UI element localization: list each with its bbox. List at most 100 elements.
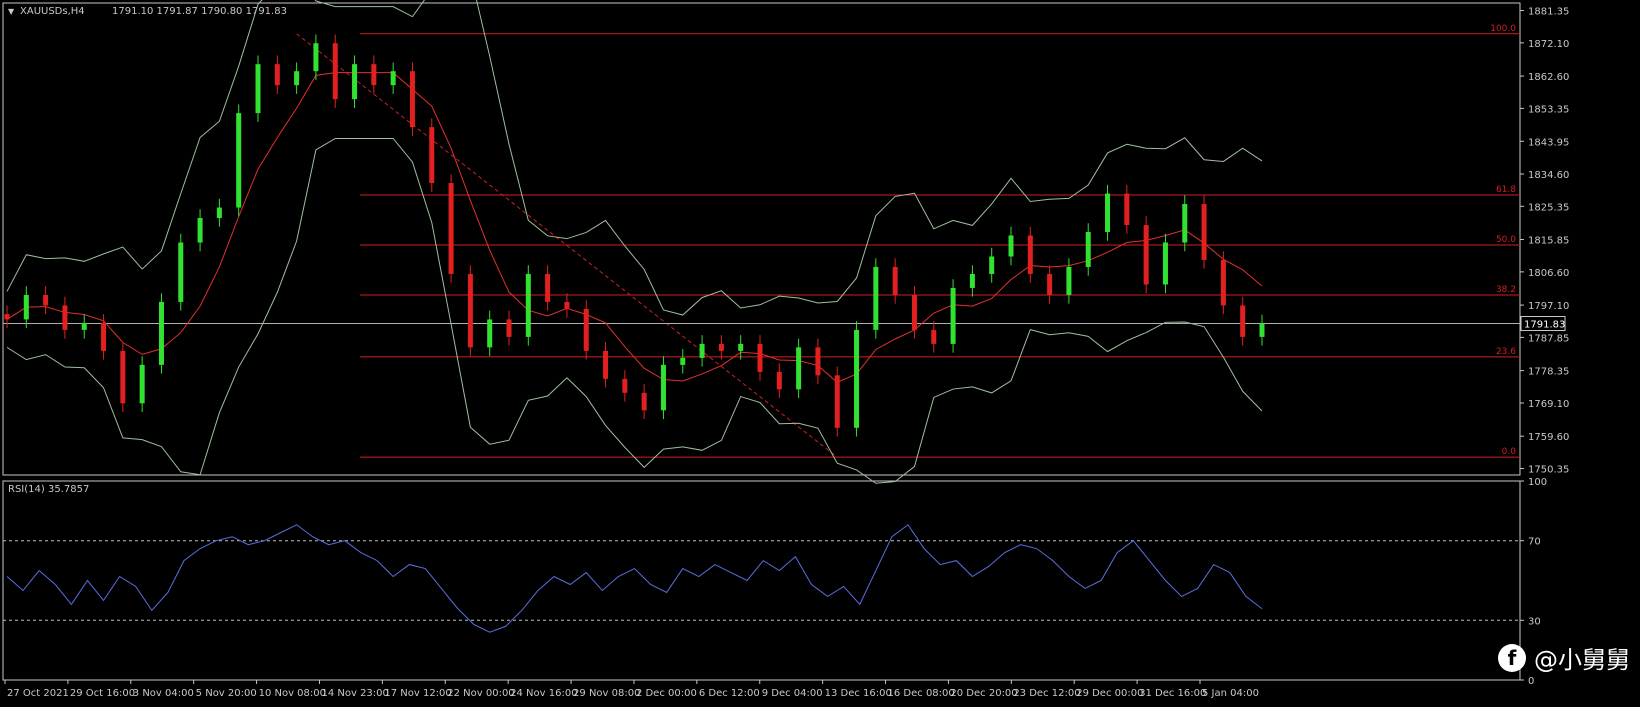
candle-body	[815, 347, 821, 376]
candle-body	[1162, 242, 1168, 285]
candle-body	[969, 273, 975, 288]
candle-body	[1027, 235, 1033, 274]
candle-body	[409, 71, 415, 128]
candle-body	[1259, 323, 1265, 337]
candle-body	[120, 350, 126, 404]
candle-body	[641, 392, 647, 411]
candle-body	[506, 319, 512, 337]
candle-body	[197, 218, 203, 243]
candle-body	[525, 273, 531, 337]
time-axis-label: 29 Dec 00:00	[1076, 688, 1143, 699]
rsi-axis-label: 70	[1528, 537, 1541, 548]
candle-body	[448, 183, 454, 274]
price-axis-label: 1759.60	[1528, 432, 1569, 443]
fibonacci-level-label: 50.0	[1496, 235, 1516, 245]
candle-body	[603, 350, 609, 379]
candle-body	[1240, 305, 1246, 337]
candle-body	[158, 301, 164, 365]
time-axis-label: 29 Nov 08:00	[573, 688, 640, 699]
candle-body	[139, 364, 145, 404]
time-axis-label: 3 Nov 04:00	[133, 688, 194, 699]
candle-body	[1008, 235, 1014, 257]
rsi-axis-label: 30	[1528, 616, 1541, 627]
time-axis-label: 31 Dec 16:00	[1139, 688, 1206, 699]
candle-body	[274, 64, 280, 86]
time-axis-label: 9 Dec 04:00	[762, 688, 823, 699]
fibonacci-level-label: 38.2	[1496, 285, 1516, 295]
candle-body	[178, 242, 184, 302]
candle-body	[236, 113, 242, 208]
menu-arrow-icon: ▼	[8, 7, 15, 16]
candle-body	[680, 357, 686, 365]
candle-body	[62, 305, 68, 330]
price-axis-label: 1769.10	[1528, 399, 1569, 410]
time-axis-label: 20 Dec 20:00	[950, 688, 1017, 699]
watermark: f @小舅舅	[1498, 640, 1630, 675]
symbol-title: XAUUSDs,H4	[20, 6, 85, 17]
facebook-icon: f	[1498, 643, 1526, 672]
candle-body	[43, 294, 49, 306]
moving-average-line	[6, 72, 1263, 383]
ohlc-readout: 1791.10 1791.87 1790.80 1791.83	[112, 6, 287, 17]
candle-body	[796, 347, 802, 390]
time-axis-label: 5 Nov 20:00	[196, 688, 257, 699]
fibonacci-level-label: 23.6	[1496, 347, 1516, 357]
candle-body	[950, 287, 956, 344]
candle-body	[660, 364, 666, 411]
price-axis-label: 1778.35	[1528, 367, 1569, 378]
candle-body	[4, 314, 10, 320]
price-axis-label: 1853.35	[1528, 104, 1569, 115]
price-axis-label: 1862.60	[1528, 72, 1569, 83]
candle-body	[1085, 232, 1091, 267]
time-axis-label: 17 Nov 12:00	[384, 688, 451, 699]
candle-body	[294, 71, 300, 86]
candle-body	[1047, 273, 1053, 295]
time-axis-label: 10 Nov 08:00	[259, 688, 326, 699]
candle-body	[776, 371, 782, 390]
candle-body	[854, 329, 860, 428]
time-axis-label: 16 Dec 08:00	[888, 688, 955, 699]
candle-body	[911, 294, 917, 330]
candle-body	[467, 273, 473, 348]
candle-body	[718, 343, 724, 351]
candle-body	[216, 207, 222, 219]
candle-body	[892, 266, 898, 295]
candle-body	[989, 256, 995, 274]
candle-body	[1066, 266, 1072, 295]
time-axis-label: 22 Nov 00:00	[447, 688, 514, 699]
time-axis-label: 24 Nov 16:00	[510, 688, 577, 699]
candle-body	[1124, 193, 1130, 226]
fibonacci-level-label: 61.8	[1496, 185, 1516, 195]
rsi-axis-label: 0	[1528, 676, 1534, 687]
bollinger-upper	[6, 0, 1263, 316]
time-axis-label: 6 Dec 12:00	[699, 688, 760, 699]
price-axis-label: 1825.35	[1528, 202, 1569, 213]
candle-body	[622, 378, 628, 393]
fibonacci-level-label: 100.0	[1490, 24, 1516, 34]
candle-body	[390, 71, 396, 86]
candle-body	[834, 375, 840, 428]
price-axis-label: 1787.85	[1528, 333, 1569, 344]
time-axis-label: 14 Nov 23:00	[321, 688, 388, 699]
price-axis-label: 1834.60	[1528, 170, 1569, 181]
candle-body	[255, 64, 261, 114]
current-price-label: 1791.83	[1524, 320, 1565, 331]
time-axis-label: 29 Oct 16:00	[70, 688, 135, 699]
candle-body	[23, 294, 29, 320]
price-axis-label: 1797.10	[1528, 301, 1569, 312]
candle-body	[931, 329, 937, 344]
candle-body	[101, 322, 107, 351]
candle-body	[1182, 204, 1188, 243]
trendline	[296, 33, 838, 458]
candle-body	[564, 301, 570, 309]
candle-body	[1220, 259, 1226, 306]
rsi-axis-label: 100	[1528, 477, 1547, 488]
candle-body	[545, 273, 551, 302]
candle-body	[429, 127, 435, 184]
price-axis-label: 1843.95	[1528, 137, 1569, 148]
candle-body	[352, 64, 358, 100]
candle-body	[487, 319, 493, 348]
candle-body	[371, 64, 377, 86]
time-axis-label: 27 Oct 2021	[7, 688, 69, 699]
candle-body	[583, 308, 589, 351]
